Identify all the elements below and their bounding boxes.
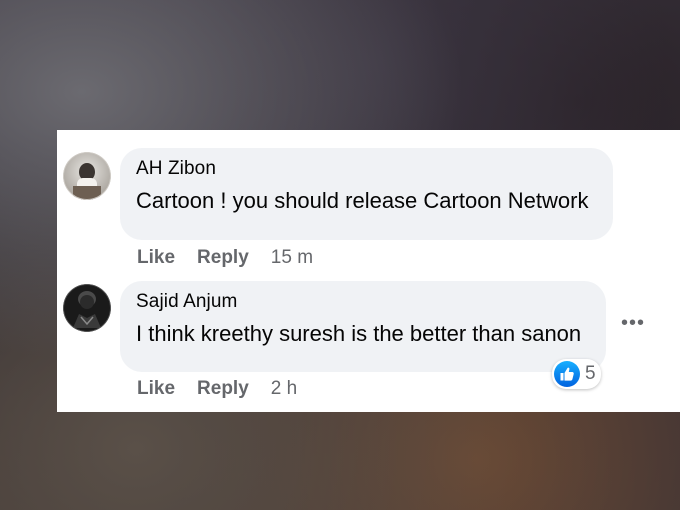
comment-actions: Like Reply 15 m xyxy=(137,247,313,269)
profile-photo-icon xyxy=(63,152,111,200)
reaction-count: 5 xyxy=(585,363,596,384)
avatar[interactable] xyxy=(63,152,111,200)
avatar[interactable] xyxy=(63,284,111,332)
comment-text: I think kreethy suresh is the better tha… xyxy=(136,321,582,346)
comment-actions: Like Reply 2 h xyxy=(137,378,297,400)
comments-panel: AH Zibon Cartoon ! you should release Ca… xyxy=(57,130,680,412)
reply-button[interactable]: Reply xyxy=(197,247,249,269)
comment-author[interactable]: Sajid Anjum xyxy=(136,291,590,313)
reaction-summary[interactable]: 5 xyxy=(552,359,601,389)
comment-text: Cartoon ! you should release Cartoon Net… xyxy=(136,188,589,213)
comment-timestamp[interactable]: 2 h xyxy=(271,378,297,400)
comment-bubble: AH Zibon Cartoon ! you should release Ca… xyxy=(120,148,613,240)
like-button[interactable]: Like xyxy=(137,247,175,269)
profile-photo-icon xyxy=(63,284,111,332)
comment-timestamp[interactable]: 15 m xyxy=(271,247,313,269)
comment-author[interactable]: AH Zibon xyxy=(136,158,597,180)
more-options-icon[interactable]: ••• xyxy=(621,313,645,333)
like-button[interactable]: Like xyxy=(137,378,175,400)
reply-button[interactable]: Reply xyxy=(197,378,249,400)
thumbs-up-icon xyxy=(554,361,580,387)
comment-bubble: Sajid Anjum I think kreethy suresh is th… xyxy=(120,281,606,372)
